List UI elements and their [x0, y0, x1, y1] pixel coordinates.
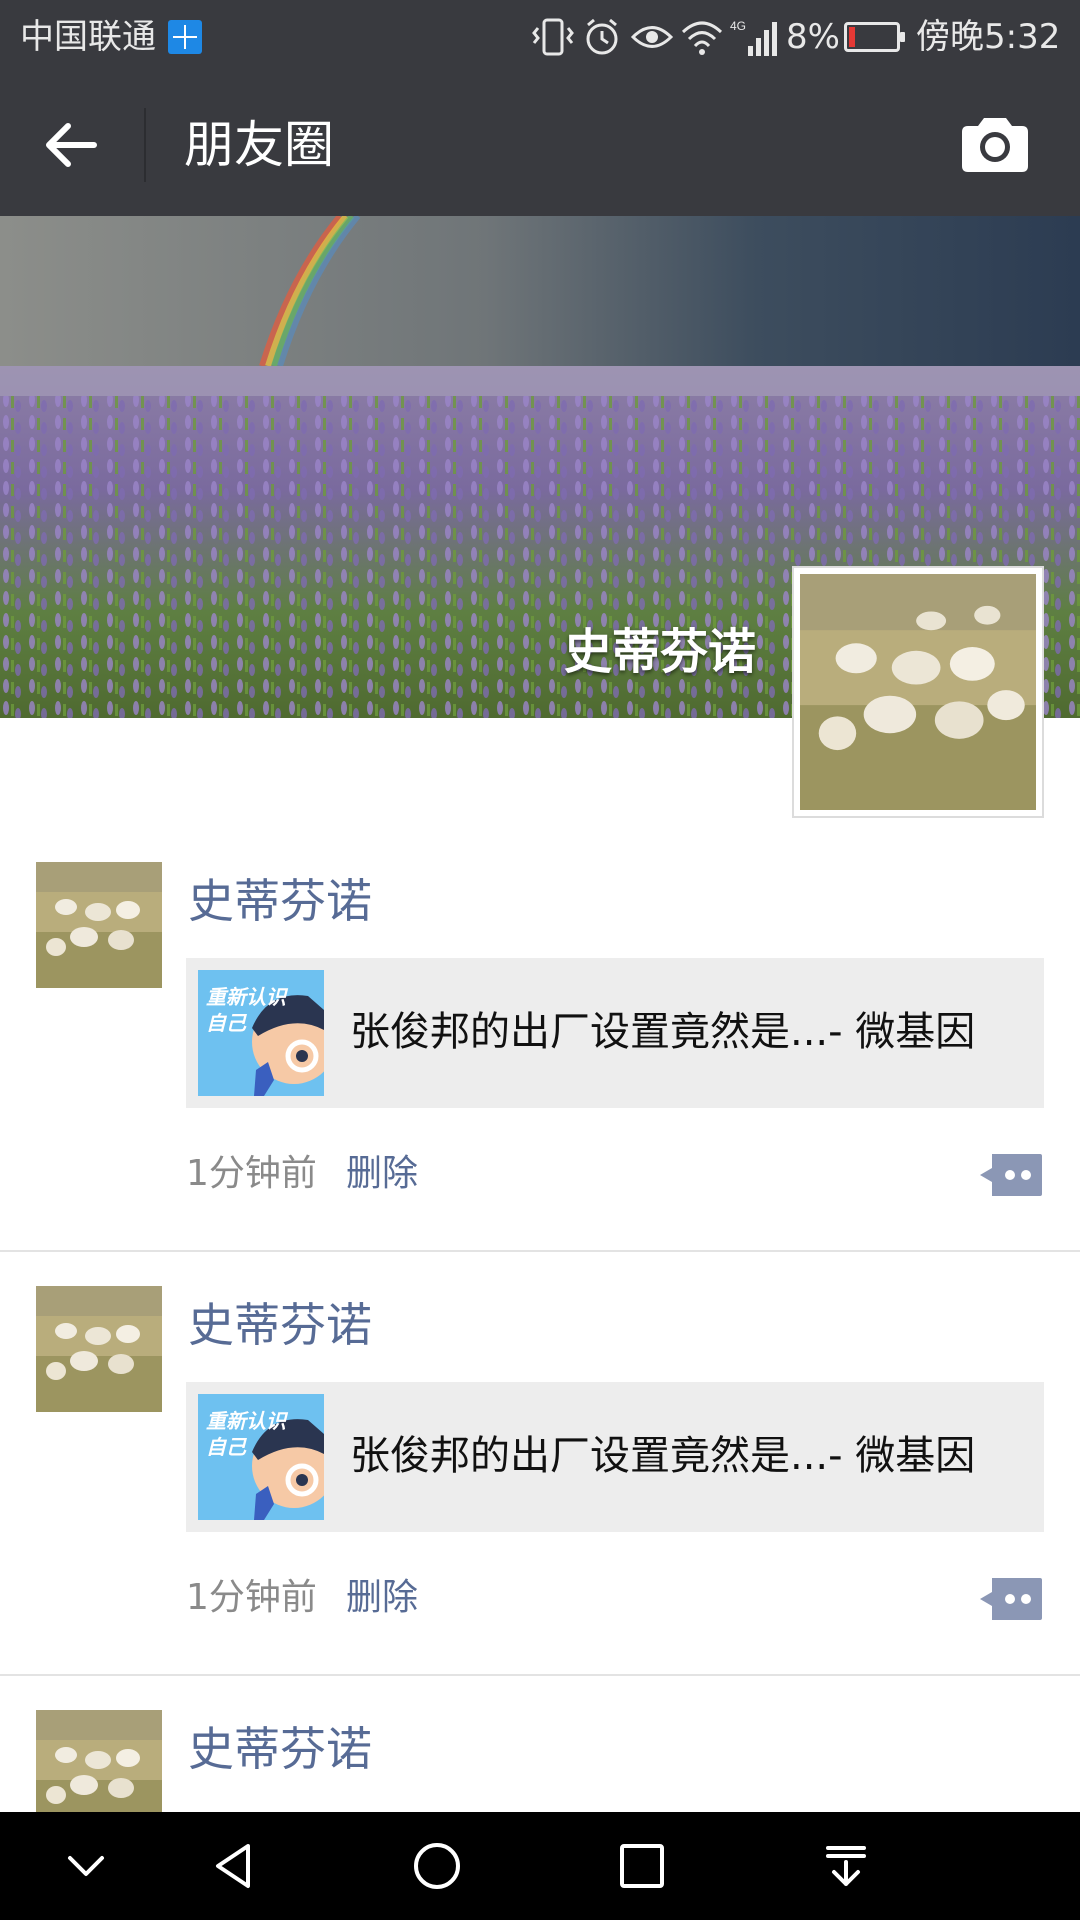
shared-link-card[interactable]: 重新认识 自己 张俊邦的出厂设置竟然是...- 微基因 [186, 958, 1044, 1108]
post-separator [0, 1674, 1080, 1676]
link-thumbnail: 重新认识 自己 [198, 970, 324, 1096]
link-title: 张俊邦的出厂设置竟然是...- 微基因 [350, 1433, 976, 1479]
post-author-name[interactable]: 史蒂芬诺 [188, 872, 372, 930]
eye-icon [630, 26, 674, 48]
post-time: 1分钟前 [186, 1153, 317, 1194]
sheep-avatar-image [800, 574, 1036, 810]
profile-name[interactable]: 史蒂芬诺 [564, 622, 756, 682]
sheep-avatar-image [36, 1286, 162, 1412]
camera-icon[interactable] [958, 114, 1032, 176]
alarm-icon [586, 18, 618, 55]
page-title: 朋友圈 [184, 116, 334, 174]
post-avatar[interactable] [36, 862, 162, 988]
back-arrow-icon[interactable] [40, 114, 102, 176]
comment-menu-icon[interactable] [978, 1152, 1044, 1198]
top-nav-bar: 朋友圈 [0, 74, 1080, 216]
post-separator [0, 1250, 1080, 1252]
shared-link-card[interactable]: 重新认识 自己 张俊邦的出厂设置竟然是...- 微基因 [186, 1382, 1044, 1532]
home-circle-icon[interactable] [412, 1842, 462, 1892]
delete-button[interactable]: 删除 [346, 1152, 418, 1196]
thumbnail-caption: 重新认识 自己 [206, 985, 286, 1035]
clock: 傍晚5:32 [916, 17, 1061, 57]
thumbnail-caption: 重新认识 自己 [206, 1409, 286, 1459]
back-triangle-icon[interactable] [210, 1842, 258, 1890]
sheep-avatar-image [36, 862, 162, 988]
post-author-name[interactable]: 史蒂芬诺 [188, 1296, 372, 1354]
comment-menu-icon[interactable] [978, 1576, 1044, 1622]
post-avatar[interactable] [36, 1286, 162, 1412]
chevron-down-icon[interactable] [62, 1842, 110, 1890]
vibrate-icon [532, 18, 574, 56]
signal-icon: 4G [730, 19, 777, 56]
system-nav-bar [0, 1812, 1080, 1920]
battery-percent: 8% [786, 17, 840, 57]
link-title: 张俊邦的出厂设置竟然是...- 微基因 [350, 1009, 976, 1055]
battery-fill [849, 27, 855, 47]
status-bar: 中国联通 4G 8% 傍晚5:32 [0, 0, 1080, 74]
post-author-name[interactable]: 史蒂芬诺 [188, 1720, 372, 1778]
carrier-label: 中国联通 [20, 17, 156, 57]
windows-logo-icon [168, 20, 202, 54]
link-thumbnail: 重新认识 自己 [198, 1394, 324, 1520]
battery-icon [844, 22, 905, 52]
profile-avatar[interactable] [792, 566, 1044, 818]
recent-apps-square-icon[interactable] [618, 1842, 666, 1890]
notification-pulldown-icon[interactable] [822, 1842, 870, 1890]
nav-divider [144, 108, 146, 182]
post-time: 1分钟前 [186, 1577, 317, 1618]
delete-button[interactable]: 删除 [346, 1576, 418, 1620]
wifi-icon [681, 21, 723, 55]
network-label: 4G [730, 19, 746, 33]
